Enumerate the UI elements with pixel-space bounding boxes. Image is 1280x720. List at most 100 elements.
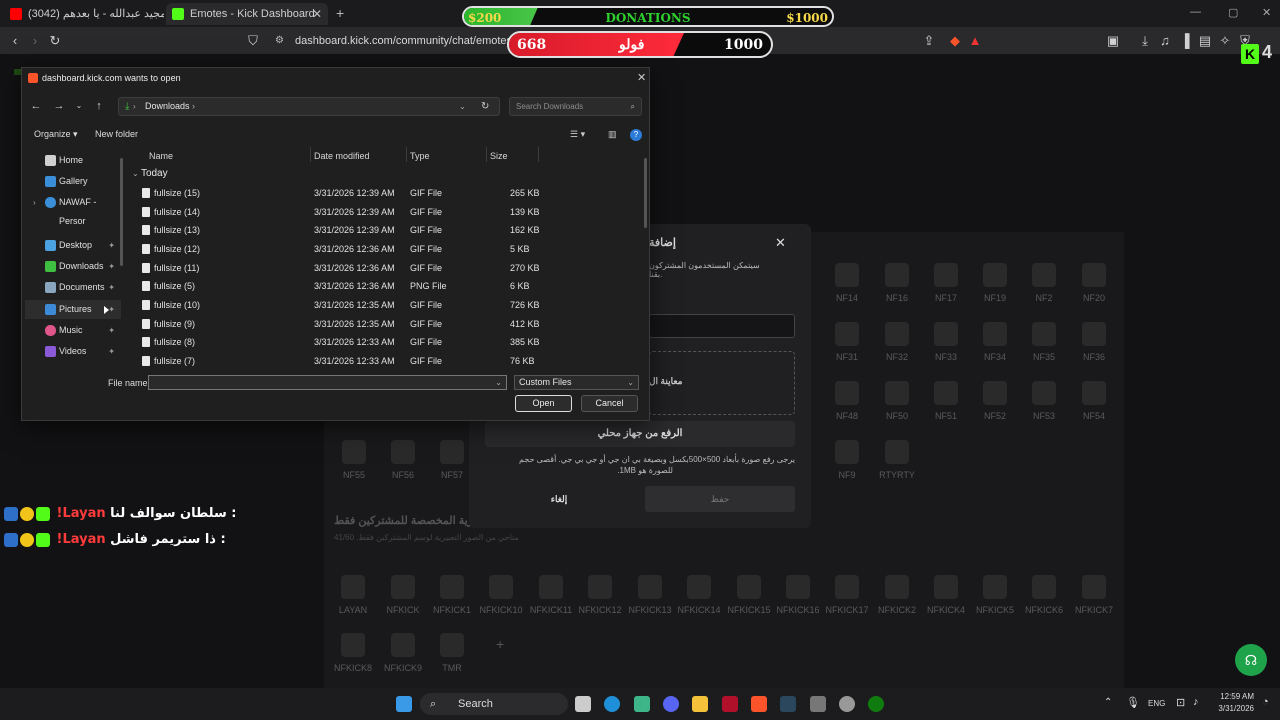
sidebar-item-gallery[interactable]: Gallery (25, 172, 121, 191)
wallet-icon[interactable]: ▤ (1196, 32, 1214, 50)
upload-local-button[interactable]: الرفع من جهاز محلي (485, 421, 795, 447)
site-info-icon[interactable]: ⚙ (275, 31, 284, 51)
group-header-today[interactable]: ⌄ Today (132, 168, 168, 179)
emote-item[interactable]: NF20 (1069, 263, 1119, 303)
emote-item[interactable]: NF36 (1069, 322, 1119, 362)
network-icon[interactable]: ⊡ (1176, 696, 1185, 709)
close-modal-icon[interactable]: ✕ (775, 235, 786, 251)
emote-item[interactable]: NFKICK2 (872, 575, 922, 615)
chevron-down-icon[interactable]: ⌄ (495, 376, 502, 389)
file-row[interactable]: fullsize (7) 3/31/2026 12:33 AM GIF File 76… (132, 352, 642, 370)
emote-item[interactable]: NF19 (970, 263, 1020, 303)
help-icon[interactable]: ? (630, 129, 642, 141)
xbox-icon[interactable] (868, 696, 884, 712)
minimize-icon[interactable]: — (1190, 6, 1201, 18)
settings-icon[interactable] (839, 696, 855, 712)
organize-button[interactable]: Organize ▾ (34, 129, 78, 140)
path-bar[interactable]: ⤓ › Downloads › ⌄ ↻ (118, 97, 500, 116)
file-row[interactable]: fullsize (14) 3/31/2026 12:39 AM GIF File 1… (132, 203, 642, 221)
emote-item[interactable]: NF50 (872, 381, 922, 421)
emote-item[interactable]: NF55 (329, 440, 379, 480)
microphone-icon[interactable]: 🎙 (1126, 696, 1140, 709)
emote-item[interactable]: NF17 (921, 263, 971, 303)
emote-item[interactable]: NF14 (822, 263, 872, 303)
emote-item[interactable]: NF16 (872, 263, 922, 303)
sidebar-item-desktop[interactable]: Desktop ✦ (25, 236, 121, 255)
file-row[interactable]: fullsize (12) 3/31/2026 12:36 AM GIF File 5… (132, 240, 642, 258)
emote-item[interactable]: NFKICK13 (625, 575, 675, 615)
new-folder-button[interactable]: New folder (95, 129, 138, 139)
emote-item[interactable]: NFKICK12 (575, 575, 625, 615)
emote-item[interactable]: NF53 (1019, 381, 1069, 421)
emote-item[interactable]: NF33 (921, 322, 971, 362)
forward-icon[interactable]: → (52, 99, 66, 113)
chevron-down-icon[interactable]: ⌄ (627, 376, 634, 389)
emote-item[interactable]: RTYRTY (872, 440, 922, 480)
emote-item[interactable]: NF48 (822, 381, 872, 421)
reload-icon[interactable]: ↻ (46, 32, 64, 50)
maximize-icon[interactable]: ▢ (1228, 6, 1238, 19)
tab-emotes[interactable]: Emotes - Kick Dashboard ✕ (166, 3, 328, 25)
support-chat-icon[interactable]: ☊ (1235, 644, 1267, 676)
emote-name-input[interactable] (649, 314, 795, 338)
view-options-icon[interactable]: ☰ ▾ (570, 129, 585, 140)
emote-item[interactable]: NFKICK6 (1019, 575, 1069, 615)
file-list-scrollbar[interactable] (644, 158, 647, 228)
emote-item[interactable]: NFKICK (378, 575, 428, 615)
emote-item[interactable]: TMR (427, 633, 477, 673)
emote-item[interactable]: NFKICK8 (328, 633, 378, 673)
column-size[interactable]: Size (490, 151, 508, 161)
emote-item[interactable]: NFKICK1 (427, 575, 477, 615)
column-name[interactable]: Name (149, 151, 173, 161)
refresh-icon[interactable]: ↻ (481, 98, 489, 115)
file-explorer-icon[interactable] (692, 696, 708, 712)
new-tab-button[interactable]: + (336, 5, 344, 21)
file-name-input[interactable]: ⌄ (148, 375, 507, 390)
downloads-toolbar-icon[interactable]: ⤓ (1136, 32, 1154, 50)
emote-item[interactable]: NFKICK9 (378, 633, 428, 673)
emote-item[interactable]: NF32 (872, 322, 922, 362)
file-row[interactable]: fullsize (5) 3/31/2026 12:36 AM PNG File 6 … (132, 277, 642, 295)
task-view-icon[interactable] (575, 696, 591, 712)
start-icon[interactable] (396, 696, 412, 712)
modal-save-button[interactable]: حفظ (645, 486, 795, 512)
emote-item[interactable]: NFKICK7 (1069, 575, 1119, 615)
emote-item[interactable]: NFKICK14 (674, 575, 724, 615)
file-row[interactable]: fullsize (13) 3/31/2026 12:39 AM GIF File 1… (132, 221, 642, 239)
up-icon[interactable]: ↑ (92, 99, 106, 113)
close-tab-icon[interactable]: ✕ (312, 3, 322, 25)
sidebar-icon[interactable]: ▐ (1176, 32, 1194, 50)
emote-item[interactable]: NF31 (822, 322, 872, 362)
close-window-icon[interactable]: ✕ (1262, 6, 1271, 19)
modal-cancel-button[interactable]: إلغاء (529, 486, 589, 512)
emote-item[interactable]: NF2 (1019, 263, 1069, 303)
emote-item[interactable]: NF52 (970, 381, 1020, 421)
clock-time[interactable]: 12:59 AM (1212, 692, 1254, 701)
notification-icon[interactable]: ◔ (1262, 696, 1269, 708)
back-icon[interactable]: ‹ (6, 32, 24, 50)
forward-icon[interactable]: › (26, 32, 44, 50)
sidebar-item-music[interactable]: Music ✦ (25, 321, 121, 340)
cancel-button[interactable]: Cancel (581, 395, 638, 412)
media-icon[interactable]: ♫ (1156, 32, 1174, 50)
preview-pane-icon[interactable]: ▥ (608, 129, 617, 140)
column-date[interactable]: Date modified (314, 151, 370, 161)
app-icon[interactable] (634, 696, 650, 712)
emote-item[interactable]: NF51 (921, 381, 971, 421)
sidebar-item-videos[interactable]: Videos ✦ (25, 342, 121, 361)
language-indicator[interactable]: ENG (1148, 699, 1165, 708)
emote-item[interactable]: NFKICK15 (724, 575, 774, 615)
recent-locations-icon[interactable]: ⌄ (72, 99, 86, 113)
emote-item[interactable]: LAYAN (328, 575, 378, 615)
chevron-right-icon[interactable]: › (33, 193, 36, 212)
file-row[interactable]: fullsize (11) 3/31/2026 12:36 AM GIF File 2… (132, 259, 642, 277)
emote-item[interactable]: NF34 (970, 322, 1020, 362)
emote-item[interactable]: NF35 (1019, 322, 1069, 362)
sidebar-item-downloads[interactable]: Downloads ✦ (25, 257, 121, 276)
back-icon[interactable]: ← (29, 99, 43, 113)
leo-icon[interactable]: ✧ (1216, 32, 1234, 50)
column-type[interactable]: Type (410, 151, 430, 161)
file-type-select[interactable]: Custom Files ⌄ (514, 375, 639, 390)
add-emote-icon[interactable]: + (496, 636, 504, 652)
file-row[interactable]: fullsize (15) 3/31/2026 12:39 AM GIF File 2… (132, 184, 642, 202)
